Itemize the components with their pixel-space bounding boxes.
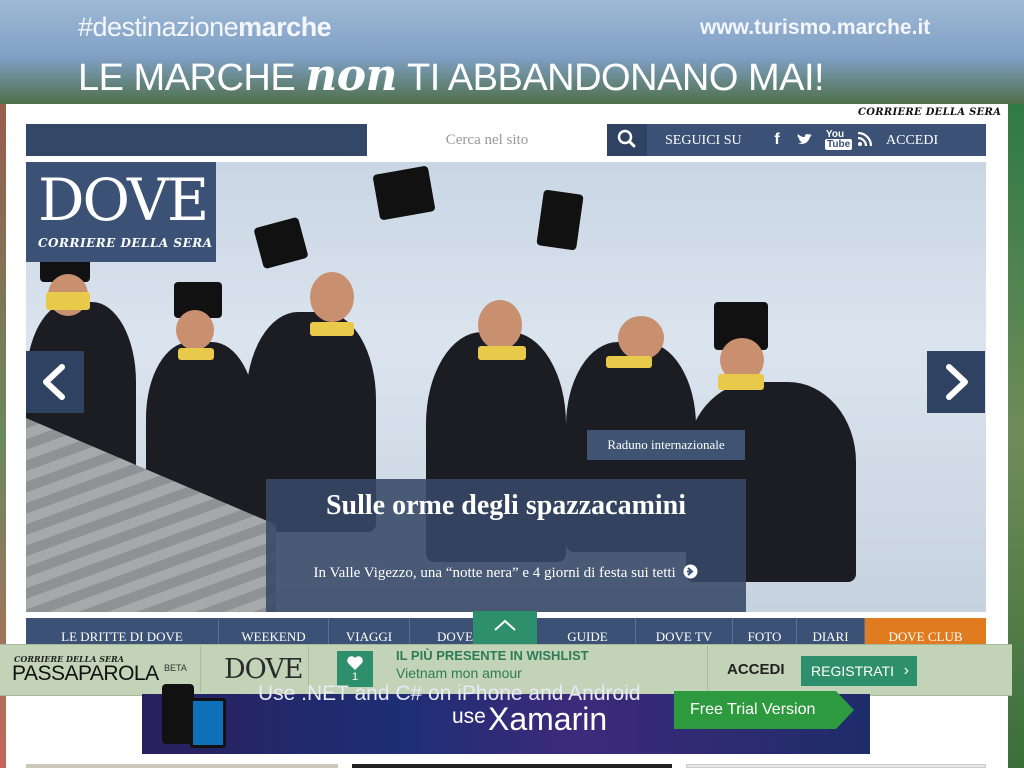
banner-slogan: LE MARCHE non TI ABBANDONANO MAI!: [78, 50, 825, 101]
chevron-left-icon: [43, 364, 65, 400]
carousel-prev-button[interactable]: [26, 351, 84, 413]
search-icon: [617, 129, 636, 148]
ad-brand: Xamarin: [488, 701, 608, 737]
hero-tag[interactable]: Raduno internazionale: [587, 430, 745, 460]
chevron-right-icon: ›: [903, 662, 909, 679]
arrow-circle-right-icon: [683, 564, 698, 579]
toggle-bar-button[interactable]: [473, 611, 537, 645]
chevron-up-icon: [494, 619, 516, 631]
ad-tablet-graphic: [190, 698, 226, 748]
top-banner-ad[interactable]: #destinazionemarche www.turismo.marche.i…: [0, 0, 1024, 104]
divider: [707, 646, 708, 692]
passaparola-accedi-link[interactable]: ACCEDI: [727, 661, 785, 678]
seguici-label: SEGUICI SU: [665, 133, 742, 148]
corriere-logo-top[interactable]: CORRIERE DELLA SERA: [858, 107, 1001, 118]
passaparola-logo[interactable]: PASSAPAROLA: [12, 662, 159, 686]
divider: [200, 646, 201, 692]
content-card-thumb[interactable]: [26, 764, 338, 768]
header-bar-left: [26, 124, 367, 156]
hero-subtitle[interactable]: In Valle Vigezzo, una “notte nera” e 4 g…: [276, 564, 736, 582]
content-card-thumb[interactable]: [686, 764, 986, 768]
wishlist-label: IL PIÙ PRESENTE IN WISHLIST: [396, 648, 589, 663]
search-input[interactable]: [367, 124, 607, 156]
passaparola-beta: BETA: [164, 663, 187, 673]
rss-icon[interactable]: [855, 130, 875, 150]
registrati-button[interactable]: REGISTRATI ›: [801, 656, 917, 686]
ad-cta-button[interactable]: Free Trial Version: [674, 691, 854, 729]
chevron-right-icon: [946, 364, 968, 400]
banner-url: www.turismo.marche.it: [700, 16, 931, 39]
twitter-icon[interactable]: [795, 130, 815, 150]
hero-title[interactable]: Sulle orme degli spazzacamini: [266, 491, 746, 520]
banner-hashtag: #destinazionemarche: [78, 12, 332, 42]
search-button[interactable]: [607, 124, 647, 156]
carousel-next-button[interactable]: [927, 351, 985, 413]
ad-use-text: use: [452, 705, 486, 728]
logo-dove-text: DOVE: [38, 166, 209, 234]
rss-glyph: [857, 131, 873, 147]
passaparola-dove-logo[interactable]: DOVE: [224, 654, 304, 685]
wishlist-item-link[interactable]: Vietnam mon amour: [396, 665, 522, 681]
facebook-icon[interactable]: f: [767, 130, 787, 150]
logo-corriere-text: CORRIERE DELLA SERA: [38, 236, 213, 250]
twitter-bird-glyph: [797, 133, 812, 144]
accedi-link[interactable]: ACCEDI: [886, 133, 938, 149]
youtube-icon[interactable]: You Tube: [825, 130, 853, 150]
registrati-label: REGISTRATI: [811, 663, 894, 679]
hero-subtitle-text: In Valle Vigezzo, una “notte nera” e 4 g…: [313, 565, 676, 581]
content-card-thumb[interactable]: [352, 764, 672, 768]
